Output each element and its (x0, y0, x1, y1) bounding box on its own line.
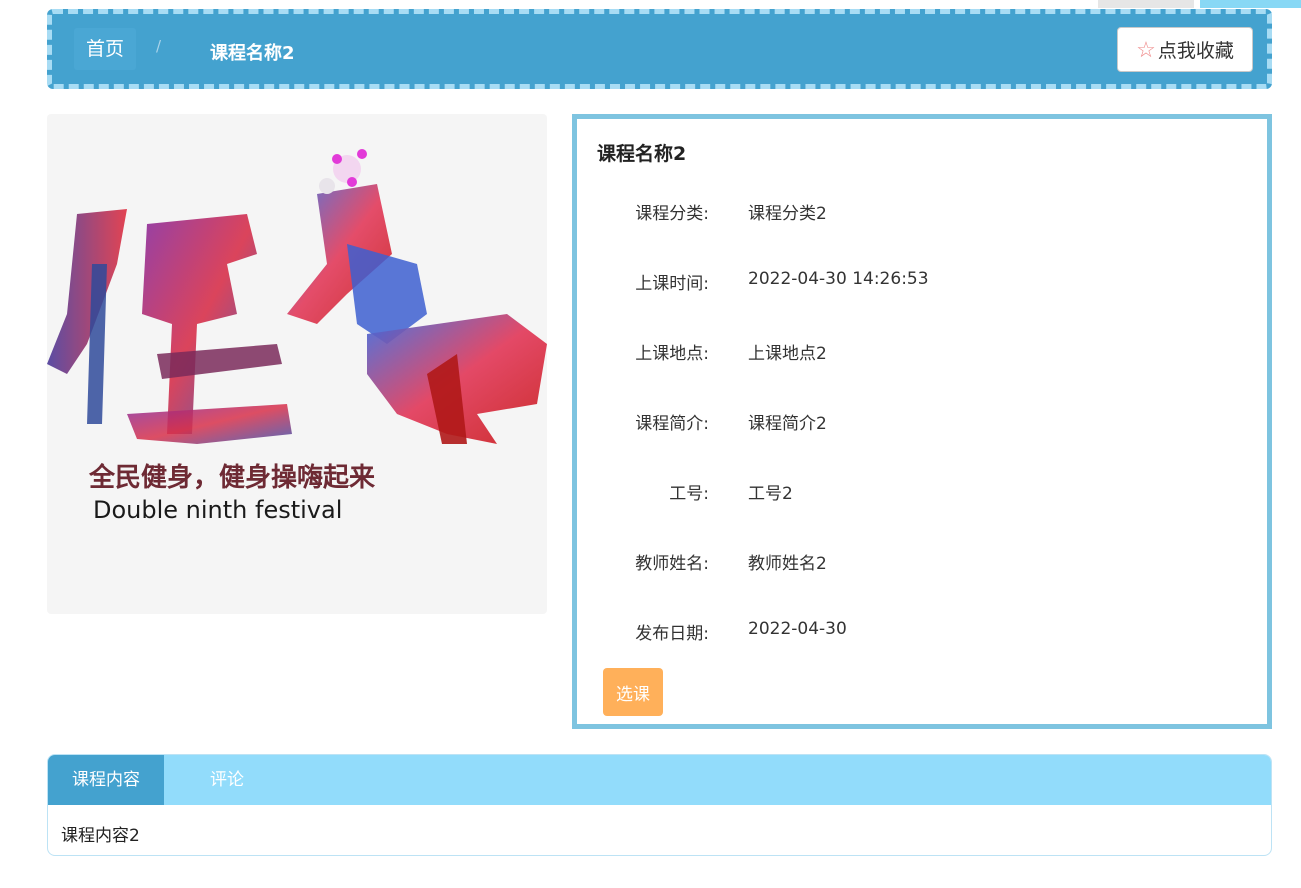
tab-content-text: 课程内容2 (61, 826, 140, 846)
info-row-class-time: 上课时间: 2022-04-30 14:26:53 (577, 269, 1267, 294)
info-row-category: 课程分类: 课程分类2 (577, 199, 1267, 224)
info-label: 课程简介: (635, 414, 709, 434)
info-value: 课程分类2 (748, 204, 827, 224)
info-row-teacher-name: 教师姓名: 教师姓名2 (577, 549, 1267, 574)
info-label: 上课时间: (635, 274, 709, 294)
favorite-button[interactable]: ☆ 点我收藏 (1117, 27, 1253, 72)
breadcrumb-current: 课程名称2 (210, 43, 295, 64)
course-info-panel: 课程名称2 课程分类: 课程分类2 上课时间: 2022-04-30 14:26… (572, 114, 1272, 729)
info-row-staff-id: 工号: 工号2 (577, 479, 1267, 504)
top-decoration-blue (1200, 0, 1301, 8)
select-course-button[interactable]: 选课 (603, 668, 663, 716)
info-label: 上课地点: (635, 344, 709, 364)
info-row-publish-date: 发布日期: 2022-04-30 (577, 619, 1267, 644)
tab-comments[interactable]: 评论 (208, 755, 246, 805)
breadcrumb-separator: / (156, 37, 162, 55)
course-title: 课程名称2 (597, 143, 687, 165)
info-label: 工号: (669, 484, 709, 504)
course-tabs: 课程内容 评论 课程内容2 (47, 754, 1272, 856)
info-value: 教师姓名2 (748, 554, 827, 574)
info-label: 课程分类: (635, 204, 709, 224)
poster-slogan-cn: 全民健身，健身操嗨起来 (88, 462, 376, 493)
tab-bar: 课程内容 评论 (48, 755, 1271, 805)
info-row-location: 上课地点: 上课地点2 (577, 339, 1267, 364)
course-poster-image: 全民健身，健身操嗨起来 Double ninth festival (47, 114, 547, 614)
breadcrumb-home-link[interactable]: 首页 (74, 28, 137, 70)
poster-graphic: 全民健身，健身操嗨起来 Double ninth festival (47, 149, 547, 524)
info-value: 2022-04-30 (748, 619, 847, 639)
info-label: 教师姓名: (635, 554, 709, 574)
info-row-summary: 课程简介: 课程简介2 (577, 409, 1267, 434)
info-value: 上课地点2 (748, 344, 827, 364)
poster-slogan-en: Double ninth festival (93, 496, 342, 524)
tab-course-content[interactable]: 课程内容 (48, 755, 164, 805)
info-value: 课程简介2 (748, 414, 827, 434)
info-value: 2022-04-30 14:26:53 (748, 269, 929, 289)
top-decoration-gray (1098, 0, 1194, 8)
favorite-button-label: 点我收藏 (1157, 41, 1234, 62)
breadcrumb: 首页 / 课程名称2 ☆ 点我收藏 (47, 9, 1272, 89)
info-label: 发布日期: (635, 624, 709, 644)
brush-strokes (47, 149, 547, 444)
info-value: 工号2 (748, 484, 793, 504)
star-outline-icon: ☆ (1136, 36, 1156, 62)
